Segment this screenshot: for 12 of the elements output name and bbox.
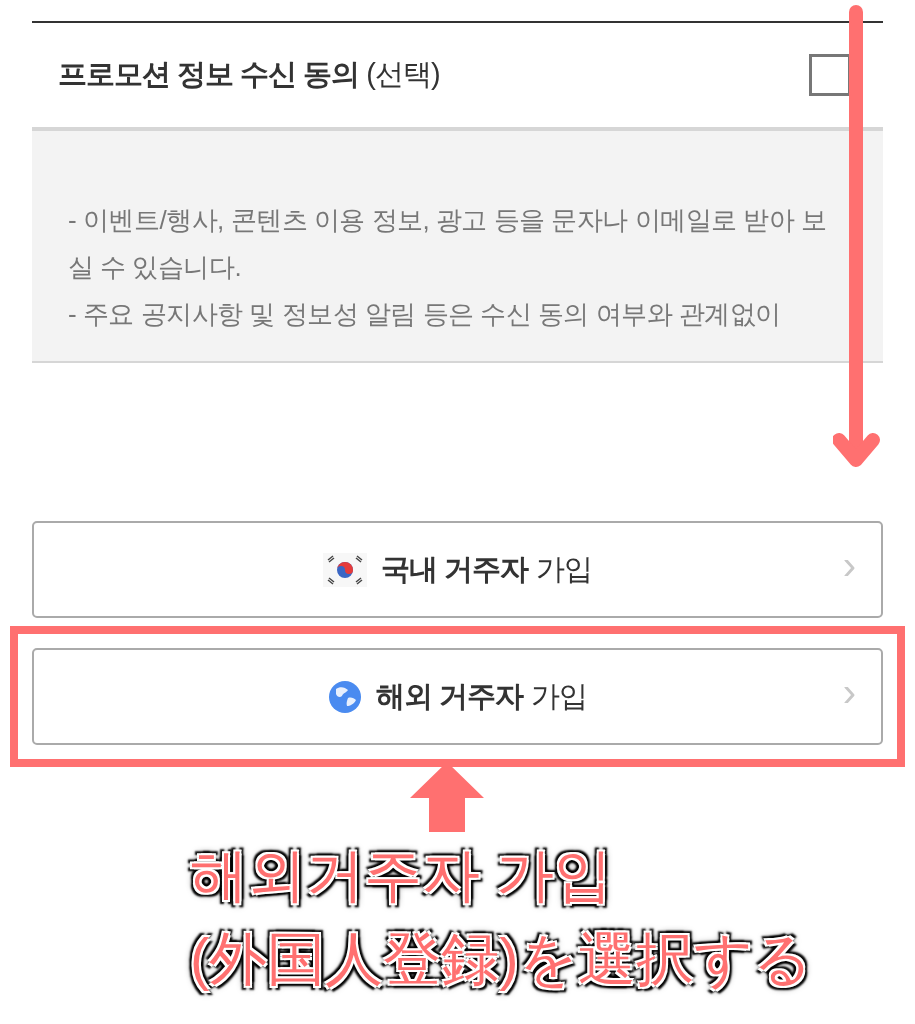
flag-icon: [323, 552, 368, 587]
signup-button[interactable]: 해외 거주자 가입 ›: [32, 648, 883, 745]
chevron-icon: ›: [842, 545, 855, 585]
signup-button[interactable]: 국내 거주자 가입 ›: [32, 521, 883, 618]
terms-text: - 주요 공지사항 및 정보성 알림 등은 수신 동의 여부와 관계없이: [68, 298, 782, 331]
annotation-text: 해외거주자 가입: [190, 841, 614, 909]
consent-title: 프로모션 정보 수신 동의 (선택): [58, 57, 440, 93]
globe-icon: [328, 679, 363, 714]
checkbox[interactable]: [809, 54, 851, 96]
annotation-text: (外国人登録)を選択する: [190, 925, 812, 993]
terms-text: - 이벤트/행사, 콘텐츠 이용 정보, 광고 등을 문자나 이메일로 받아 보실 수 있습니다.: [68, 204, 828, 284]
chevron-icon: ›: [842, 672, 855, 712]
